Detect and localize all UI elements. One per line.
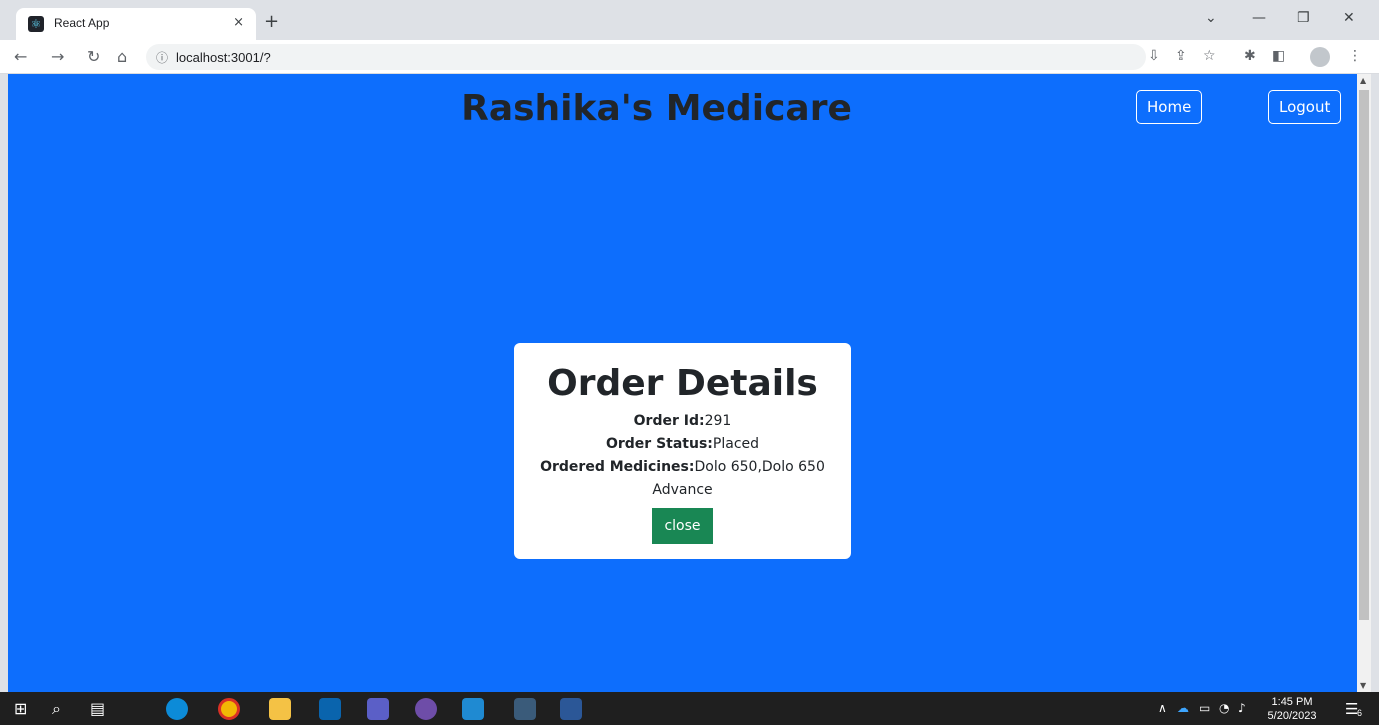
order-status-value: Placed: [712, 436, 760, 452]
forward-icon[interactable]: →: [51, 47, 64, 66]
taskbar-clock[interactable]: 1:45 PM 5/20/2023: [1262, 695, 1322, 723]
battery-icon[interactable]: ▭: [1199, 701, 1210, 715]
ordered-medicines-line: Ordered Medicines:Dolo 650,Dolo 650 Adva…: [514, 456, 851, 502]
new-tab-button[interactable]: +: [264, 11, 279, 32]
tab-close-icon[interactable]: ×: [233, 15, 244, 30]
windows-taskbar: ⊞ ⌕ ▤ ∧ ☁ ▭ ◔ ♪ 1:45 PM 5/20/2023 ☰ 6: [0, 692, 1379, 725]
site-title: Rashika's Medicare: [461, 88, 852, 129]
maximize-button[interactable]: ❐: [1297, 10, 1310, 26]
tab-search-icon[interactable]: ⌄: [1205, 10, 1217, 26]
show-hidden-icons-icon[interactable]: ∧: [1158, 701, 1167, 715]
menu-icon[interactable]: ⋮: [1348, 48, 1362, 64]
browser-toolbar: ← → ↻ ⌂ ⓘ localhost:3001/? ⇩ ⇪ ☆ ✱ ◧ ⋮: [0, 40, 1379, 74]
bookmark-star-icon[interactable]: ☆: [1203, 48, 1216, 64]
extensions-icon[interactable]: ✱: [1244, 48, 1256, 64]
search-icon[interactable]: ⌕: [52, 699, 61, 719]
notification-count: 6: [1357, 708, 1363, 718]
home-button[interactable]: Home: [1136, 90, 1203, 124]
file-explorer-icon[interactable]: [269, 698, 291, 720]
scroll-up-icon[interactable]: ▲: [1360, 76, 1366, 85]
edge-icon[interactable]: [166, 698, 188, 720]
vscode-icon[interactable]: [462, 698, 484, 720]
order-details-modal: Order Details Order Id:291 Order Status:…: [514, 343, 851, 559]
close-window-button[interactable]: ✕: [1343, 10, 1355, 26]
volume-icon[interactable]: ♪: [1238, 701, 1246, 715]
clock-time: 1:45 PM: [1271, 696, 1313, 708]
vertical-scrollbar[interactable]: ▲ ▼: [1357, 74, 1371, 692]
windows-start-icon[interactable]: ⊞: [14, 699, 27, 718]
react-favicon-icon: ⚛: [28, 16, 44, 32]
address-url: localhost:3001/?: [176, 50, 271, 65]
clock-date: 5/20/2023: [1267, 710, 1317, 722]
side-panel-icon[interactable]: ◧: [1272, 48, 1285, 64]
ordered-medicines-label: Ordered Medicines:: [540, 459, 695, 475]
back-icon[interactable]: ←: [14, 47, 27, 66]
order-id-value: 291: [704, 413, 732, 429]
modal-title: Order Details: [547, 363, 818, 404]
order-status-line: Order Status:Placed: [514, 433, 851, 456]
outlook-icon[interactable]: [319, 698, 341, 720]
share-icon[interactable]: ⇪: [1175, 48, 1187, 64]
logout-button[interactable]: Logout: [1268, 90, 1342, 124]
install-app-icon[interactable]: ⇩: [1148, 48, 1160, 64]
profile-avatar-icon[interactable]: [1310, 47, 1330, 67]
order-id-label: Order Id:: [633, 413, 705, 429]
scrollbar-thumb[interactable]: [1359, 90, 1369, 620]
word-icon[interactable]: [560, 698, 582, 720]
order-status-label: Order Status:: [605, 436, 713, 452]
scroll-down-icon[interactable]: ▼: [1360, 681, 1366, 690]
page-content: Rashika's Medicare Home Logout Order Det…: [8, 74, 1357, 692]
order-id-line: Order Id:291: [514, 410, 851, 433]
close-button[interactable]: close: [652, 508, 713, 544]
wifi-icon[interactable]: ◔: [1219, 701, 1229, 715]
tab-title: React App: [54, 16, 110, 30]
snipping-tool-icon[interactable]: [514, 698, 536, 720]
browser-tab-strip: ⚛ React App × + ⌄ — ❐ ✕: [0, 0, 1379, 40]
address-bar[interactable]: ⓘ localhost:3001/?: [146, 44, 1146, 70]
eclipse-icon[interactable]: [415, 698, 437, 720]
onedrive-icon[interactable]: ☁: [1177, 701, 1189, 715]
window-border-left: [0, 74, 8, 692]
chrome-icon[interactable]: [218, 698, 240, 720]
home-icon[interactable]: ⌂: [117, 47, 127, 66]
window-border-right: [1371, 74, 1379, 692]
site-info-icon[interactable]: ⓘ: [156, 49, 168, 66]
task-view-icon[interactable]: ▤: [90, 699, 105, 718]
browser-tab[interactable]: ⚛ React App ×: [16, 8, 256, 40]
minimize-button[interactable]: —: [1252, 10, 1266, 26]
reload-icon[interactable]: ↻: [87, 47, 100, 66]
teams-icon[interactable]: [367, 698, 389, 720]
